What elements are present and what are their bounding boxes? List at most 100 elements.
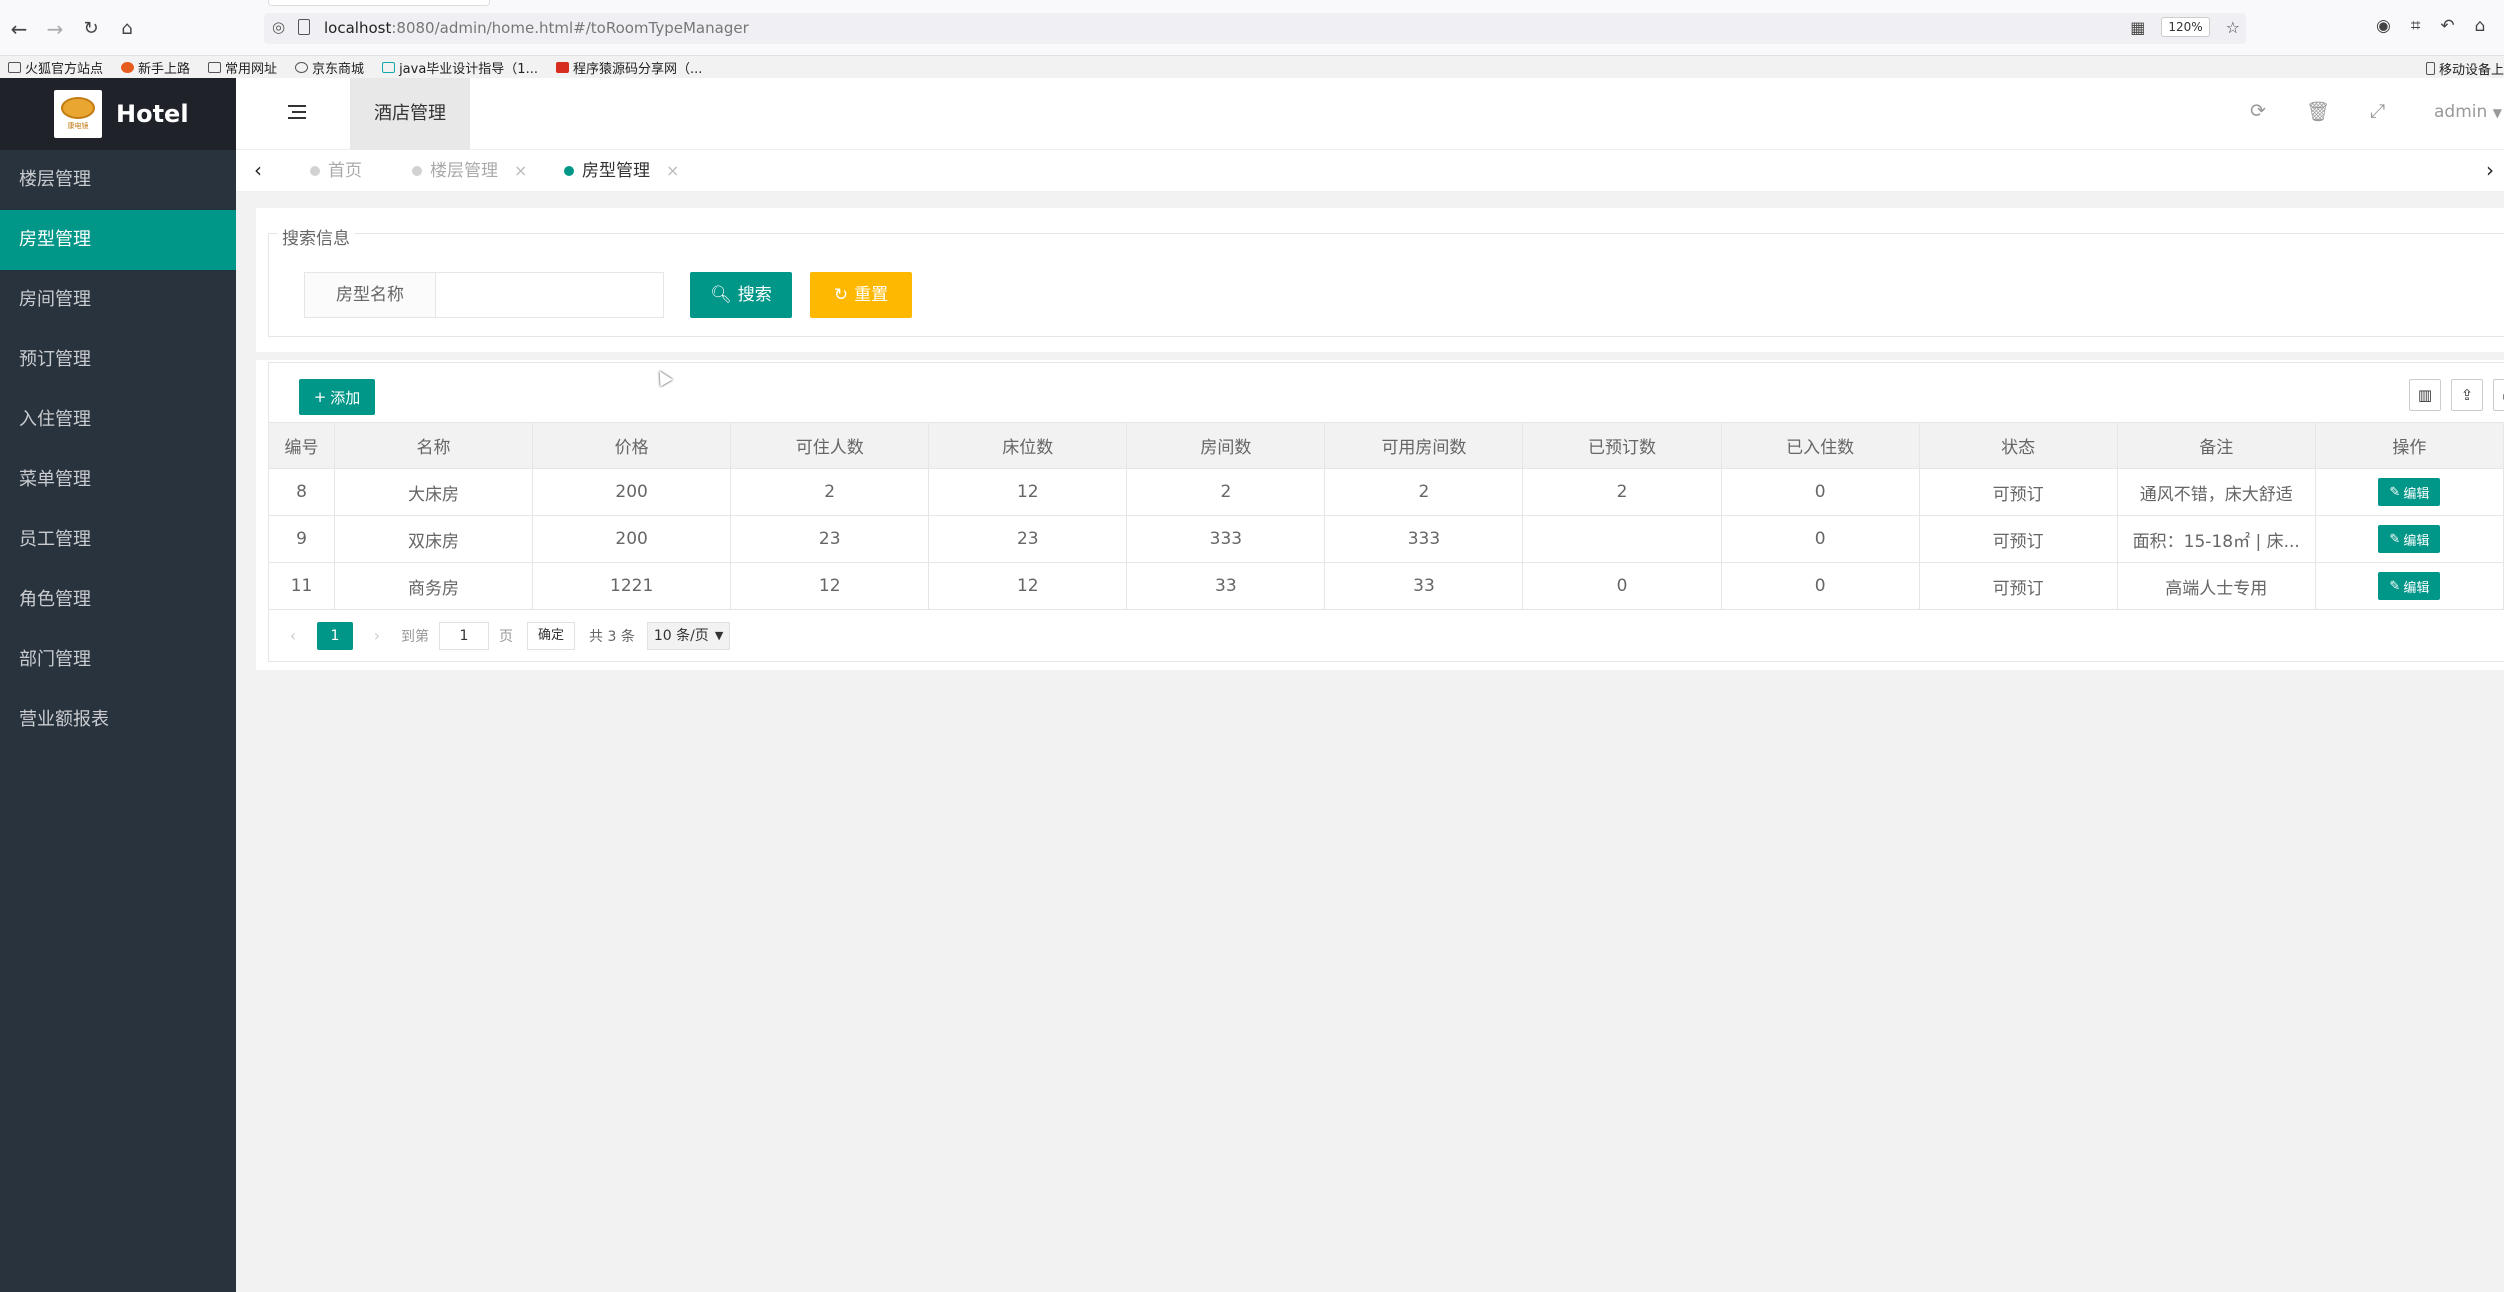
bookmark-item[interactable]: 火狐官方站点 (8, 58, 103, 77)
print-icon[interactable]: ⎙ (2493, 379, 2504, 411)
c-logo-icon (555, 61, 569, 73)
browser-tab[interactable] (268, 0, 490, 6)
column-header[interactable]: 房间数 (1126, 422, 1326, 469)
search-icon: 🔍︎ (710, 285, 732, 305)
user-menu[interactable]: admin ▼ (2434, 102, 2502, 122)
column-header[interactable]: 已入住数 (1720, 422, 1920, 469)
undo-icon[interactable]: ↶ (2440, 16, 2454, 36)
columns-filter-icon[interactable]: ▥ (2409, 379, 2441, 411)
search-button[interactable]: 🔍︎ 搜索 (690, 272, 792, 318)
table-cell-actions: ✎ 编辑 (2314, 562, 2504, 610)
sidebar-item-staff[interactable]: 员工管理 (0, 510, 236, 570)
edit-button[interactable]: ✎ 编辑 (2378, 572, 2441, 600)
column-header[interactable]: 床位数 (928, 422, 1128, 469)
reset-icon: ↻ (833, 285, 849, 305)
edit-button[interactable]: ✎ 编辑 (2378, 525, 2441, 553)
table-cell: 33 (1324, 562, 1524, 610)
page-number-current[interactable]: 1 (317, 621, 353, 650)
bookmark-item[interactable]: java毕业设计指导（1... (382, 58, 538, 77)
menu-toggle-icon[interactable] (288, 105, 306, 121)
table-cell: 2 (730, 468, 930, 516)
column-header[interactable]: 已预订数 (1522, 422, 1722, 469)
table-cell: 2 (1126, 468, 1326, 516)
column-header[interactable]: 备注 (2116, 422, 2316, 469)
table-cell: 0 (1522, 562, 1722, 610)
sidebar-item-department[interactable]: 部门管理 (0, 630, 236, 690)
page-icon (298, 19, 310, 35)
tabs-right-arrow-icon[interactable]: › (2480, 158, 2500, 182)
back-icon[interactable]: ← (6, 16, 32, 42)
sidebar: 康电镜 Hotel 楼层管理 房型管理 房间管理 预订管理 入住管理 菜单管理 … (0, 78, 236, 1292)
sidebar-item-room[interactable]: 房间管理 (0, 270, 236, 330)
close-icon[interactable]: × (666, 150, 679, 192)
bookmark-item[interactable]: 程序猿源码分享网（... (555, 58, 702, 77)
mobile-bookmarks[interactable]: 移动设备上 (2425, 59, 2504, 78)
bookmark-item[interactable]: 常用网址 (208, 58, 277, 77)
reload-icon[interactable]: ↻ (78, 16, 104, 42)
zoom-level[interactable]: 120% (2161, 17, 2210, 37)
table-cell: 12 (730, 562, 930, 610)
table-cell: 33 (1126, 562, 1326, 610)
table-cell: 0 (1720, 468, 1920, 516)
fullscreen-icon[interactable]: ⤢ (2370, 100, 2385, 123)
column-header[interactable]: 状态 (1918, 422, 2118, 469)
add-button[interactable]: + 添加 (299, 379, 375, 415)
page-tabs: ‹ 首页 楼层管理 × 房型管理 × › (236, 150, 2504, 192)
table-cell: 200 (532, 468, 732, 516)
table-panel: +添加 ▥ ⇪ ⎙ 编号 名称 价格 可住人数 床位数 房间数 可用房间数 已预… (256, 360, 2504, 670)
trash-icon[interactable]: 🗑 (2306, 100, 2330, 123)
header-tab-hotel[interactable]: 酒店管理 (350, 78, 470, 150)
export-icon[interactable]: ⇪ (2451, 379, 2483, 411)
pencil-icon: ✎ (2389, 484, 2401, 500)
home-icon[interactable]: ⌂ (114, 16, 140, 42)
table-cell: 2 (1324, 468, 1524, 516)
forward-icon[interactable]: → (42, 16, 68, 42)
sidebar-item-revenue-report[interactable]: 营业额报表 (0, 690, 236, 750)
refresh-icon[interactable]: ⟳ (2250, 100, 2266, 123)
table-cell: 0 (1720, 562, 1920, 610)
column-header[interactable]: 可住人数 (730, 422, 930, 469)
next-page-icon[interactable]: › (363, 626, 391, 645)
table-cell: 0 (1720, 515, 1920, 563)
sidebar-item-menu[interactable]: 菜单管理 (0, 450, 236, 510)
prev-page-icon[interactable]: ‹ (279, 626, 307, 645)
sidebar-item-room-type[interactable]: 房型管理 (0, 210, 236, 270)
sidebar-item-booking[interactable]: 预订管理 (0, 330, 236, 390)
column-header[interactable]: 名称 (334, 422, 534, 469)
bookmark-item[interactable]: 新手上路 (121, 58, 190, 77)
edit-button[interactable]: ✎ 编辑 (2378, 478, 2441, 506)
table-row[interactable]: 11 商务房 1221 12 12 33 33 0 0 可预订 高端人士专用 ✎… (267, 562, 2504, 610)
tab-room-type[interactable]: 房型管理 × (564, 150, 679, 192)
close-icon[interactable]: × (514, 150, 527, 192)
pagination: ‹ 1 › 到第 页 确定 共 3 条 10 条/页▼ (268, 610, 2504, 662)
sidebar-item-checkin[interactable]: 入住管理 (0, 390, 236, 450)
tab-dot (310, 166, 320, 176)
sidebar-item-floor[interactable]: 楼层管理 (0, 150, 236, 210)
total-count: 共 3 条 (589, 628, 635, 645)
sidebar-item-role[interactable]: 角色管理 (0, 570, 236, 630)
column-header[interactable]: 编号 (267, 422, 336, 469)
bookmark-star-icon[interactable]: ☆ (2226, 18, 2240, 37)
room-type-name-input[interactable] (436, 272, 664, 318)
tabs-left-arrow-icon[interactable]: ‹ (248, 158, 268, 182)
tab-floor[interactable]: 楼层管理 × (412, 150, 527, 192)
url-text[interactable]: localhost:8080/admin/home.html#/toRoomTy… (324, 19, 749, 37)
extensions-icon[interactable]: ⌂ (2475, 16, 2486, 36)
account-icon[interactable]: ◉ (2376, 16, 2391, 36)
table-cell: 可预订 (1918, 468, 2118, 516)
table-row[interactable]: 9 双床房 200 23 23 333 333 0 可预订 面积：15-18㎡ … (267, 515, 2504, 563)
table-row[interactable]: 8 大床房 200 2 12 2 2 2 0 可预订 通风不错，床大舒适 ✎ 编辑 (267, 468, 2504, 516)
confirm-page-button[interactable]: 确定 (527, 621, 576, 650)
tab-home[interactable]: 首页 (310, 150, 362, 192)
column-header[interactable]: 可用房间数 (1324, 422, 1524, 469)
goto-page-input[interactable] (439, 621, 489, 650)
qr-code-icon[interactable]: ▦ (2130, 18, 2145, 37)
reset-button[interactable]: ↻ 重置 (810, 272, 912, 318)
bookmark-item[interactable]: 京东商城 (295, 58, 364, 77)
tab-dot (412, 166, 422, 176)
column-header[interactable]: 价格 (532, 422, 732, 469)
crop-icon[interactable]: ⌗ (2411, 16, 2421, 36)
plus-icon: + (313, 388, 327, 406)
page-size-select[interactable]: 10 条/页 ▼ (646, 621, 731, 650)
url-bar[interactable]: ◎ localhost:8080/admin/home.html#/toRoom… (264, 13, 2246, 44)
